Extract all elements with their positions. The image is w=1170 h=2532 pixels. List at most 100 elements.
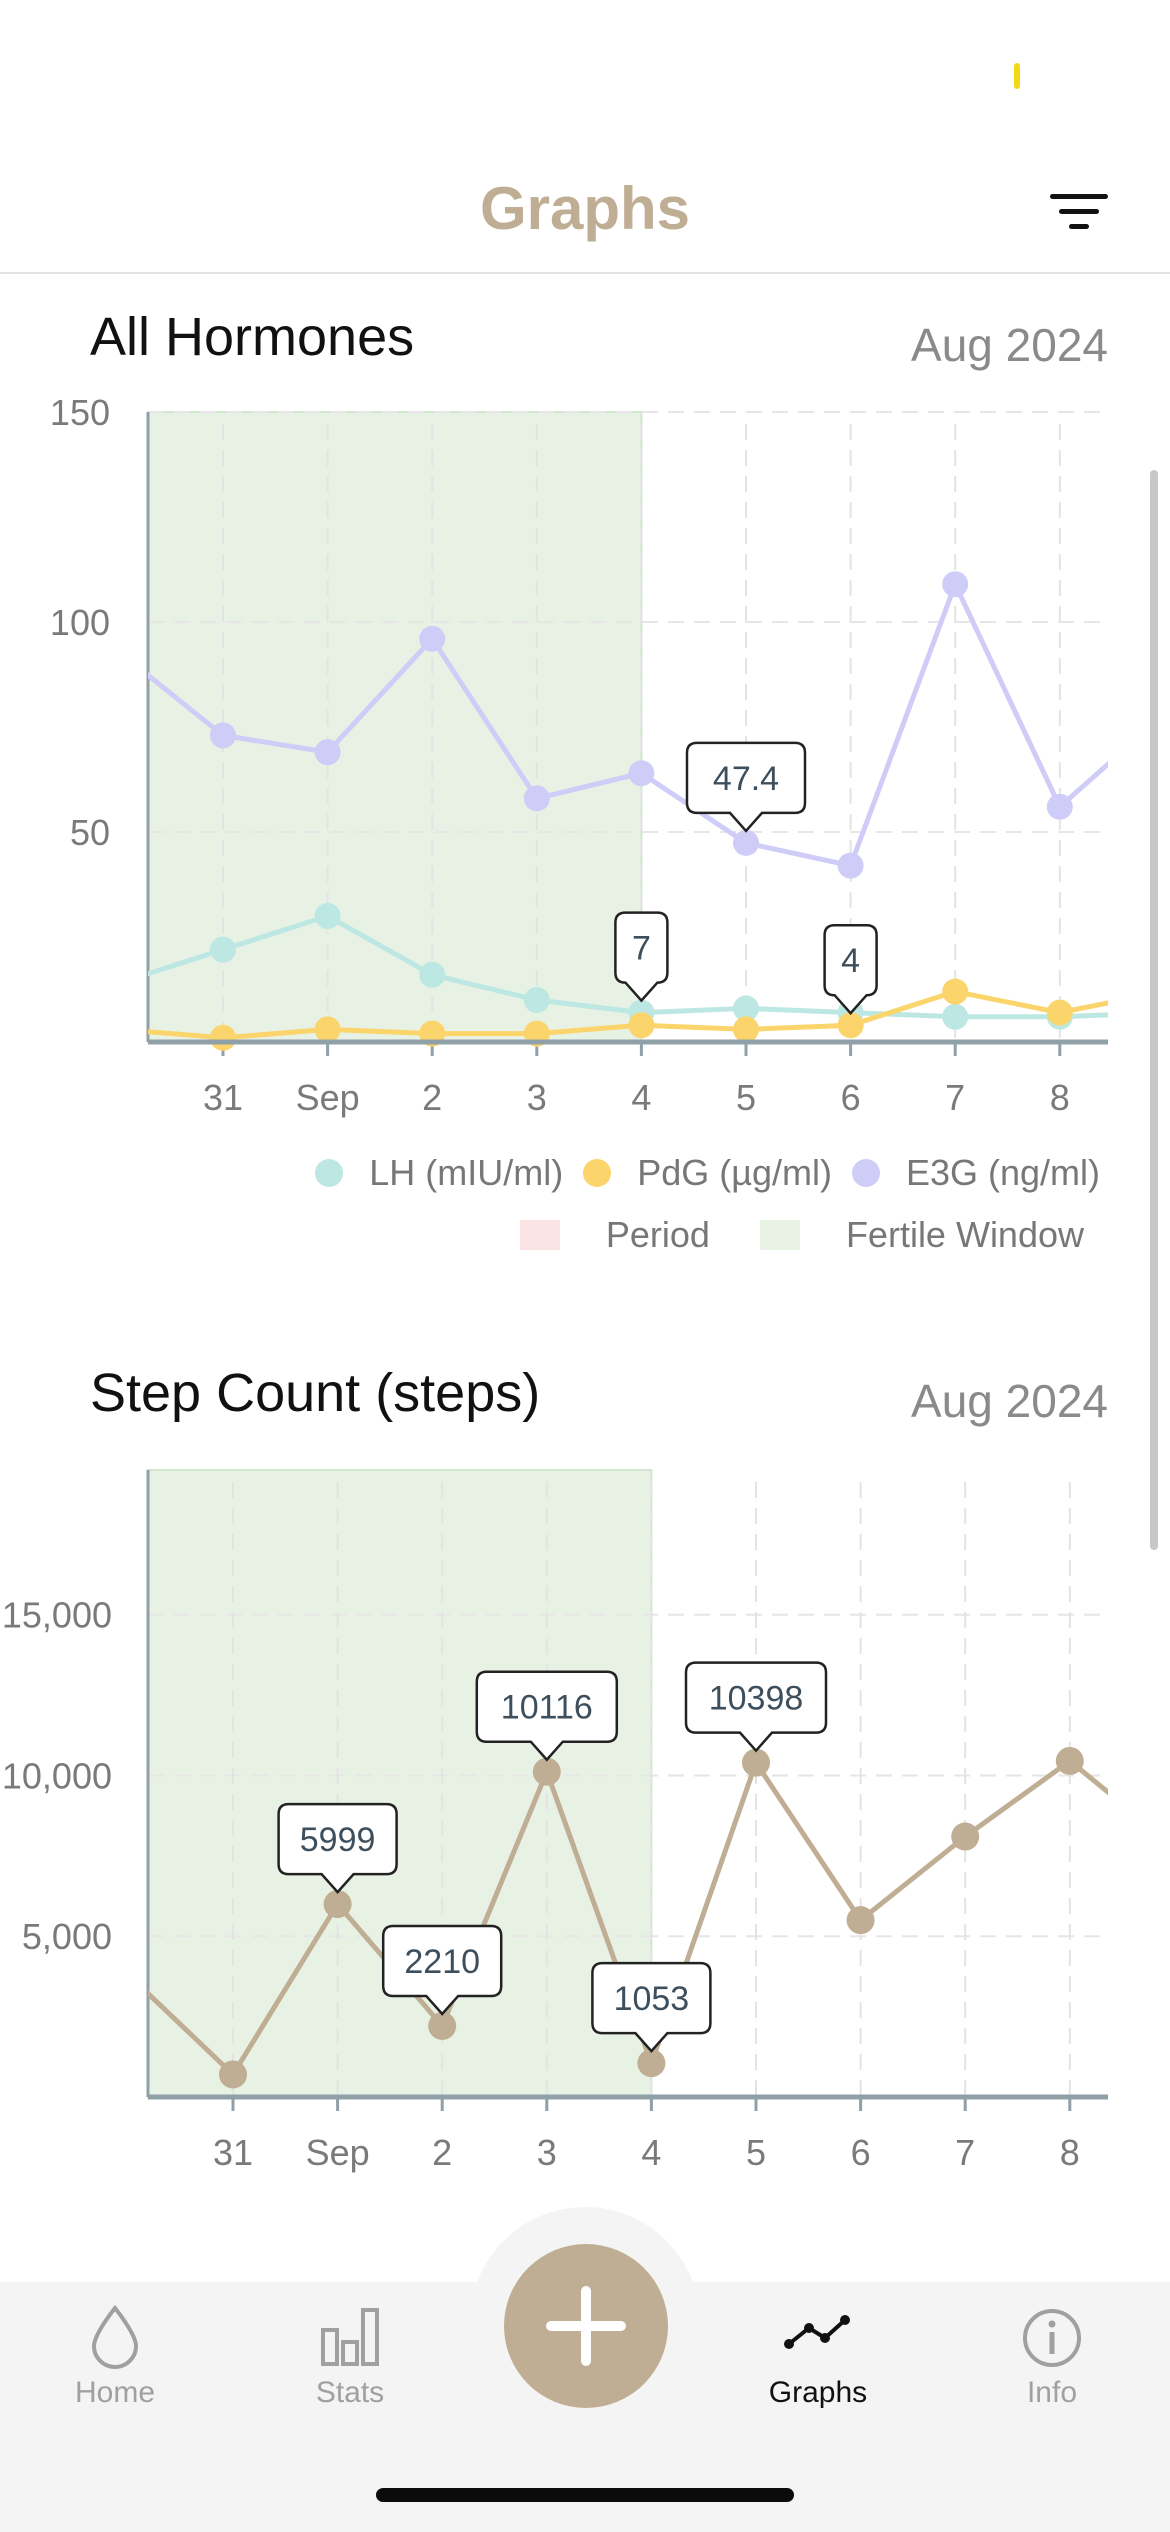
legend-fertile[interactable]: Fertile Window — [730, 1214, 1084, 1256]
x-tick-label: Sep — [306, 2132, 370, 2173]
data-point-steps — [742, 1748, 770, 1777]
data-point-steps — [1055, 1746, 1084, 1775]
data-point-e3g — [314, 739, 341, 766]
data-point-e3g — [942, 571, 969, 598]
legend-fertile-label: Fertile Window — [845, 1214, 1084, 1255]
data-point-steps — [532, 1757, 561, 1786]
home-indicator — [376, 2488, 794, 2502]
steps-title: Step Count (steps) — [90, 1363, 541, 1423]
data-point-pdg — [628, 1012, 655, 1039]
y-tick-label: 100 — [50, 602, 110, 643]
data-point-steps — [428, 2011, 457, 2040]
data-point-lh — [314, 903, 341, 929]
fertile-swatch — [759, 1220, 800, 1250]
data-point-pdg — [733, 1016, 759, 1043]
info-icon — [1023, 2309, 1081, 2367]
data-point-lh — [942, 1003, 969, 1030]
data-point-steps — [951, 1822, 980, 1851]
tab-info-label: Info — [1026, 2376, 1078, 2409]
callout-label: 4 — [841, 942, 860, 980]
data-point-e3g — [733, 829, 759, 856]
legend-e3g-label: E3G (ng/ml) — [905, 1152, 1100, 1193]
callout-label: 47.4 — [713, 760, 779, 798]
callout-label: 10116 — [501, 1689, 593, 1727]
data-point-steps — [1160, 1832, 1170, 1860]
legend-lh-label: LH (mIU/ml) — [369, 1152, 564, 1193]
callout-label: 10398 — [709, 1680, 804, 1718]
tab-home-label: Home — [74, 2376, 156, 2409]
legend-pdg-label: PdG (µg/ml) — [637, 1152, 832, 1193]
steps-date: Aug 2024 — [911, 1375, 1108, 1427]
tab-home[interactable]: Home — [25, 2300, 205, 2430]
x-tick-label: 2 — [432, 2132, 452, 2173]
callout-label: 1053 — [614, 1980, 690, 2018]
x-tick-label: 8 — [1060, 2132, 1080, 2173]
data-point-e3g — [628, 760, 655, 787]
legend-pdg[interactable]: PdG (µg/ml) — [583, 1152, 832, 1194]
data-point-e3g — [1046, 793, 1073, 820]
data-point-steps — [846, 1906, 875, 1935]
x-tick-label: 31 — [203, 1077, 243, 1118]
legend-lh[interactable]: LH (mIU/ml) — [315, 1152, 563, 1194]
tab-graphs[interactable]: Graphs — [728, 2300, 908, 2430]
data-point-e3g — [837, 852, 864, 879]
data-point-steps — [219, 2060, 247, 2089]
data-point-lh — [210, 936, 236, 963]
drop-icon — [91, 2304, 139, 2369]
line-graph-icon — [784, 2315, 850, 2349]
tab-info[interactable]: Info — [962, 2300, 1142, 2430]
y-tick-label: 50 — [70, 812, 110, 853]
x-tick-label: 4 — [631, 1077, 651, 1118]
pdg-swatch — [583, 1159, 612, 1187]
data-point-pdg — [1046, 999, 1073, 1026]
x-tick-label: 31 — [213, 2132, 253, 2173]
data-point-pdg — [942, 978, 969, 1005]
filter-button[interactable] — [1040, 184, 1120, 248]
hormones-chart[interactable]: 50 100 150 31 Sep 2 3 4 5 6 7 8 47.4 7 4 — [0, 390, 1170, 1120]
data-point-pdg — [837, 1012, 864, 1039]
steps-chart[interactable]: 5,000 10,000 15,000 31 Sep 2 3 4 5 6 7 8 5999 2210 101… — [0, 1450, 1170, 2180]
x-tick-label: 5 — [736, 1077, 756, 1118]
legend-period-label: Period — [605, 1214, 710, 1255]
legend-period[interactable]: Period — [490, 1214, 710, 1256]
callout-label: 5999 — [300, 1821, 376, 1859]
plus-icon — [546, 2286, 626, 2366]
legend-e3g[interactable]: E3G (ng/ml) — [851, 1152, 1100, 1194]
x-tick-label: 7 — [955, 2132, 975, 2173]
x-tick-label: 6 — [851, 2132, 871, 2173]
x-tick-label: 6 — [841, 1077, 861, 1118]
data-point-e3g — [523, 785, 550, 812]
data-point-pdg — [105, 1016, 131, 1042]
data-point-pdg — [314, 1016, 341, 1043]
callout-label: 7 — [632, 930, 651, 968]
page-header: Graphs — [0, 150, 1170, 274]
status-indicator — [1014, 63, 1020, 89]
x-tick-label: 2 — [422, 1077, 442, 1118]
x-tick-label: 3 — [537, 2132, 557, 2173]
data-point-steps — [114, 1961, 142, 1989]
add-entry-button[interactable] — [504, 2244, 668, 2408]
hormones-title: All Hormones — [90, 307, 415, 367]
x-tick-label: 3 — [527, 1077, 547, 1118]
hormones-date: Aug 2024 — [911, 319, 1108, 371]
page-title: Graphs — [479, 175, 691, 242]
y-tick-label: 10,000 — [2, 1755, 112, 1796]
data-point-lh — [523, 987, 550, 1013]
tab-stats-label: Stats — [315, 2376, 385, 2409]
callout-label: 2210 — [404, 1943, 480, 1981]
scrollbar[interactable] — [1150, 470, 1158, 1550]
filter-icon — [1050, 194, 1108, 229]
tab-stats[interactable]: Stats — [260, 2300, 440, 2430]
y-tick-label: 15,000 — [2, 1595, 112, 1636]
data-point-steps — [323, 1890, 352, 1919]
data-point-pdg — [210, 1024, 236, 1051]
y-tick-label: 150 — [50, 392, 110, 433]
data-point-lh — [419, 961, 446, 988]
data-point-lh — [105, 970, 131, 996]
x-tick-label: 7 — [945, 1077, 965, 1118]
lh-swatch — [315, 1159, 344, 1187]
x-tick-label: 4 — [641, 2132, 661, 2173]
tab-graphs-label: Graphs — [768, 2376, 868, 2409]
fertile-window-band — [147, 1469, 653, 2098]
e3g-swatch — [851, 1159, 880, 1187]
